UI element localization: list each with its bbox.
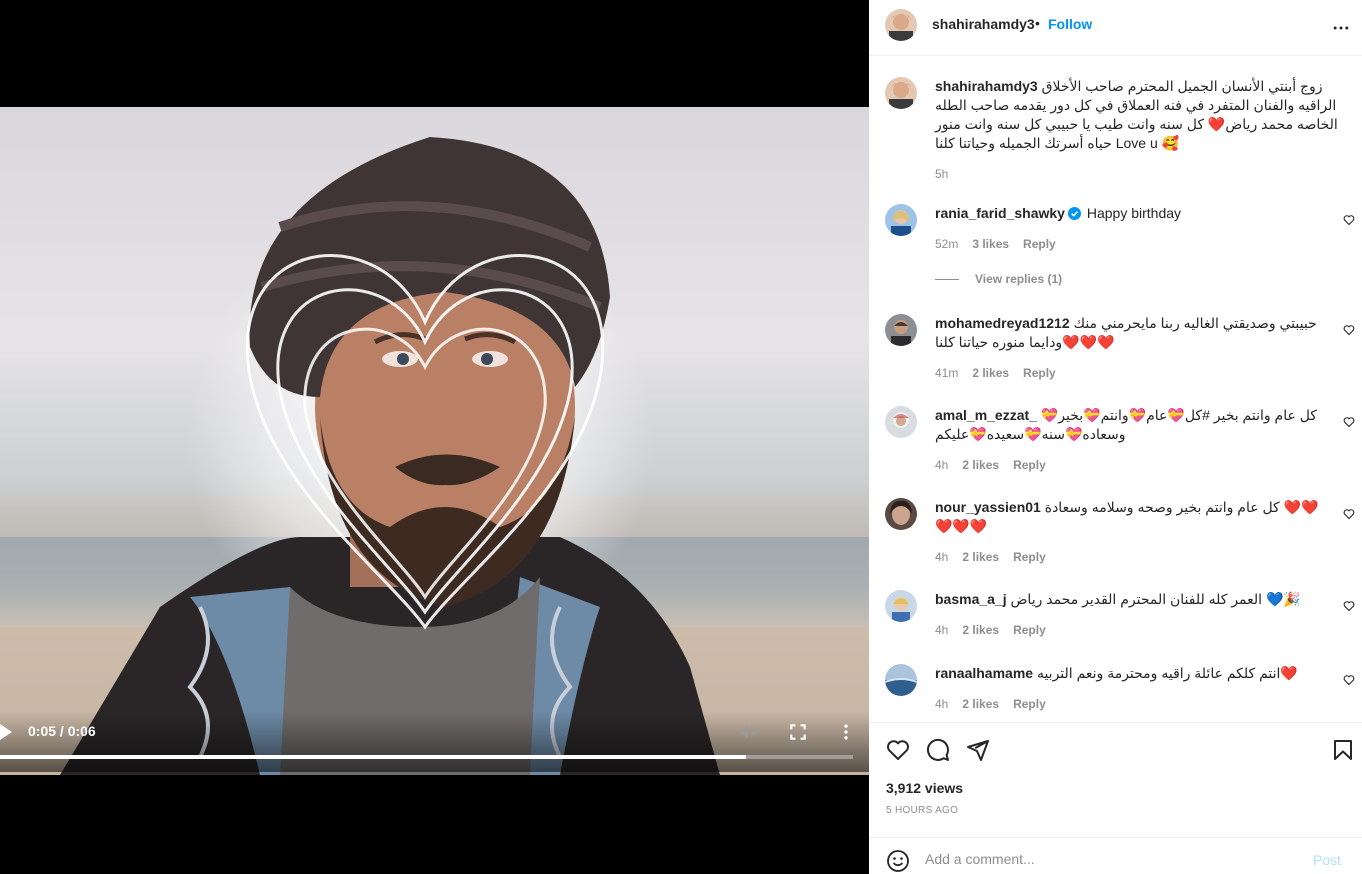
avatar[interactable] bbox=[885, 204, 917, 236]
verified-badge-icon bbox=[1067, 207, 1081, 220]
share-plane-icon[interactable] bbox=[966, 738, 990, 762]
comment-meta: 4h 2 likes Reply bbox=[935, 550, 1060, 564]
comment-time[interactable]: 41m bbox=[935, 366, 958, 380]
view-replies-line bbox=[935, 279, 959, 281]
comment-likes[interactable]: 3 likes bbox=[972, 237, 1009, 251]
reply-button[interactable]: Reply bbox=[1023, 237, 1056, 251]
comment-likes[interactable]: 2 likes bbox=[962, 697, 999, 711]
video-time: 0:05 / 0:06 bbox=[28, 723, 96, 739]
comment-meta: 4h 2 likes Reply bbox=[935, 697, 1060, 711]
comment-text: rania_farid_shawky Happy birthday bbox=[935, 204, 1330, 223]
comment-time[interactable]: 52m bbox=[935, 237, 958, 251]
mute-icon[interactable] bbox=[738, 722, 758, 742]
comment-input[interactable] bbox=[925, 846, 1285, 872]
video-controls-overlay bbox=[0, 712, 869, 772]
comment-time[interactable]: 4h bbox=[935, 458, 948, 472]
heart-outline-icon[interactable] bbox=[1343, 214, 1355, 226]
comment-time[interactable]: 4h bbox=[935, 697, 948, 711]
comment-text: mohamedreyad1212 حبيبتي وصديقتي الغاليه … bbox=[935, 314, 1330, 352]
comment-text: nour_yassien01 كل عام وانتم بخير وصحه وس… bbox=[935, 498, 1330, 536]
reply-button[interactable]: Reply bbox=[1013, 623, 1046, 637]
post-sidebar: shahirahamdy3 • Follow shahirahamdy3 زوج… bbox=[869, 0, 1362, 874]
reply-button[interactable]: Reply bbox=[1013, 697, 1046, 711]
bookmark-icon[interactable] bbox=[1331, 738, 1355, 762]
comment-meta: 4h 2 likes Reply bbox=[935, 623, 1060, 637]
more-options-icon[interactable] bbox=[1331, 18, 1351, 38]
post-button[interactable]: Post bbox=[1313, 852, 1341, 868]
video-progress-bar[interactable] bbox=[0, 755, 853, 759]
views-count[interactable]: 3,912 views bbox=[886, 780, 963, 796]
comment-content: Happy birthday bbox=[1086, 205, 1182, 221]
avatar[interactable] bbox=[885, 498, 917, 530]
comment-username[interactable]: mohamedreyad1212 bbox=[935, 315, 1070, 331]
comment-likes[interactable]: 2 likes bbox=[962, 623, 999, 637]
comment-username[interactable]: rania_farid_shawky bbox=[935, 205, 1065, 221]
add-comment-row: Post bbox=[869, 837, 1362, 874]
emoji-icon[interactable] bbox=[886, 849, 910, 873]
comment-meta: 52m 3 likes Reply bbox=[935, 237, 1070, 251]
heart-outline-icon[interactable] bbox=[1343, 324, 1355, 336]
comments-list[interactable]: shahirahamdy3 زوج أبنتي الأنسان الجميل ا… bbox=[869, 57, 1362, 722]
avatar[interactable] bbox=[885, 314, 917, 346]
comment-meta: 41m 2 likes Reply bbox=[935, 366, 1070, 380]
separator-dot: • bbox=[1035, 15, 1040, 31]
comment-username[interactable]: nour_yassien01 bbox=[935, 499, 1041, 515]
video-frame[interactable] bbox=[0, 107, 869, 775]
comment-likes[interactable]: 2 likes bbox=[962, 458, 999, 472]
comment-likes[interactable]: 2 likes bbox=[962, 550, 999, 564]
post-actions: 3,912 views 5 HOURS AGO Post bbox=[869, 722, 1362, 874]
comment-content: العمر كله للفنان المحترم القدير محمد ريا… bbox=[1010, 591, 1301, 607]
heart-outline-icon[interactable] bbox=[1343, 508, 1355, 520]
avatar[interactable] bbox=[885, 9, 917, 41]
comment-time[interactable]: 4h bbox=[935, 623, 948, 637]
heart-outline-icon[interactable] bbox=[1343, 416, 1355, 428]
reply-button[interactable]: Reply bbox=[1023, 366, 1056, 380]
caption-text: shahirahamdy3 زوج أبنتي الأنسان الجميل ا… bbox=[935, 77, 1341, 153]
post-header: shahirahamdy3 • Follow bbox=[869, 0, 1362, 56]
heart-outline-icon[interactable] bbox=[1343, 674, 1355, 686]
view-replies-button[interactable]: View replies (1) bbox=[935, 272, 1062, 286]
heart-outline-icon[interactable] bbox=[1343, 600, 1355, 612]
play-icon[interactable] bbox=[0, 724, 14, 740]
caption-timestamp[interactable]: 5h bbox=[935, 167, 948, 181]
comment-likes[interactable]: 2 likes bbox=[972, 366, 1009, 380]
follow-button[interactable]: Follow bbox=[1048, 16, 1092, 32]
fullscreen-icon[interactable] bbox=[788, 722, 808, 742]
video-portrait bbox=[60, 137, 720, 775]
reply-button[interactable]: Reply bbox=[1013, 550, 1046, 564]
view-replies-label: View replies (1) bbox=[975, 272, 1063, 286]
comment-username[interactable]: amal_m_ezzat_ bbox=[935, 407, 1037, 423]
comment-text: basma_a_j العمر كله للفنان المحترم القدي… bbox=[935, 590, 1330, 609]
avatar[interactable] bbox=[885, 406, 917, 438]
post-age[interactable]: 5 HOURS AGO bbox=[886, 805, 958, 816]
comment-text: ranaalhamame انتم كلكم عائلة راقيه ومحتر… bbox=[935, 664, 1330, 683]
comment-username[interactable]: basma_a_j bbox=[935, 591, 1007, 607]
comment-username[interactable]: ranaalhamame bbox=[935, 665, 1033, 681]
comment-time[interactable]: 4h bbox=[935, 550, 948, 564]
video-progress-fill bbox=[0, 755, 747, 759]
avatar[interactable] bbox=[885, 77, 917, 109]
like-heart-icon[interactable] bbox=[886, 738, 910, 762]
comment-meta: 4h 2 likes Reply bbox=[935, 458, 1060, 472]
reply-button[interactable]: Reply bbox=[1013, 458, 1046, 472]
more-vert-icon[interactable] bbox=[836, 722, 856, 742]
header-username[interactable]: shahirahamdy3 bbox=[932, 16, 1035, 32]
avatar[interactable] bbox=[885, 664, 917, 696]
comment-text: amal_m_ezzat_ كل عام وانتم بخير #كل💝عام💝… bbox=[935, 406, 1330, 444]
avatar[interactable] bbox=[885, 590, 917, 622]
comment-content: انتم كلكم عائلة راقيه ومحترمة ونعم الترب… bbox=[1036, 665, 1298, 681]
caption-username[interactable]: shahirahamdy3 bbox=[935, 78, 1038, 94]
comment-bubble-icon[interactable] bbox=[926, 738, 950, 762]
video-player[interactable]: 0:05 / 0:06 bbox=[0, 0, 869, 874]
